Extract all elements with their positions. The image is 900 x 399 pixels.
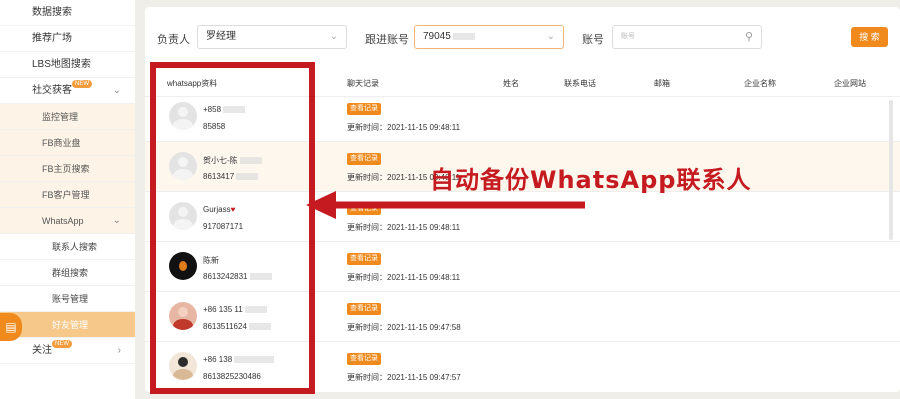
chevron-down-icon: ⌄ [329,31,338,42]
sidebar-item-data-search[interactable]: 数据搜索 [0,0,135,26]
chevron-down-icon: ⌄ [112,215,121,226]
scrollbar[interactable] [889,100,893,240]
sidebar-item-label: FB商业盘 [42,138,81,148]
search-button[interactable]: 搜 索 [851,27,888,47]
account-placeholder: 账号 [621,33,635,40]
view-chat-button[interactable]: 查看记录 [347,103,381,115]
sidebar-item-fb-page-search[interactable]: FB主页搜索 [0,156,135,182]
sidebar: 数据搜索 推荐广场 LBS地图搜索 社交获客 NEW ⌄ 监控管理 FB商业盘 … [0,0,135,399]
sidebar-item-group-search[interactable]: 群组搜索 [0,260,135,286]
filter-bar: 负责人 罗经理 ⌄ 跟进账号 79045 ⌄ 账号 账号 ⚲ 搜 索 [145,7,900,67]
view-chat-button[interactable]: 查看记录 [347,153,381,165]
update-time: 更新时间：2021-11-15 09:48:11 [347,123,461,132]
sidebar-item-label: 群组搜索 [52,268,89,278]
follow-account-value: 79045 [423,31,451,42]
view-chat-button[interactable]: 查看记录 [347,303,381,315]
sidebar-item-fb-business[interactable]: FB商业盘 [0,130,135,156]
sidebar-item-label: 监控管理 [42,112,79,122]
sidebar-item-account-manage[interactable]: 账号管理 [0,286,135,312]
update-time: 更新时间：2021-11-15 09:48:11 [347,273,461,282]
chevron-right-icon: › [117,345,121,356]
chevron-down-icon: ⌄ [546,31,555,42]
sidebar-item-recommend[interactable]: 推荐广场 [0,26,135,52]
highlight-box [150,62,315,394]
new-badge: NEW [72,80,92,88]
view-chat-button[interactable]: 查看记录 [347,253,381,265]
view-chat-button[interactable]: 查看记录 [347,353,381,365]
sidebar-item-label: 账号管理 [52,294,89,304]
owner-select-value: 罗经理 [206,31,236,42]
column-header: 联系电话 [564,79,596,88]
owner-label: 负责人 [157,34,190,46]
sidebar-item-fb-customers[interactable]: FB客户管理 [0,182,135,208]
sidebar-item-lbs-map[interactable]: LBS地图搜索 [0,52,135,78]
sidebar-item-whatsapp[interactable]: WhatsApp ⌄ [0,208,135,234]
account-input[interactable]: 账号 ⚲ [612,25,762,49]
search-icon: ⚲ [744,31,753,43]
column-header: 邮箱 [654,79,670,88]
follow-account-label: 跟进账号 [365,34,409,46]
follow-account-select[interactable]: 79045 ⌄ [414,25,564,49]
annotation-text: 自动备份WhatsApp联系人 [430,166,752,194]
sidebar-item-monitor[interactable]: 监控管理 [0,104,135,130]
chat-icon[interactable]: ▤ [0,313,22,341]
sidebar-item-contact-search[interactable]: 联系人搜索 [0,234,135,260]
column-header: 聊天记录 [347,79,379,88]
sidebar-item-label: 推荐广场 [32,33,72,44]
sidebar-item-label: FB主页搜索 [42,164,90,174]
update-time: 更新时间：2021-11-15 09:47:57 [347,373,461,382]
redaction-blur [452,32,475,40]
sidebar-item-label: WhatsApp [42,216,84,226]
sidebar-item-label: 关注 [32,345,52,356]
update-time: 更新时间：2021-11-15 09:47:58 [347,323,461,332]
sidebar-item-social[interactable]: 社交获客 NEW ⌄ [0,78,135,104]
column-header: 企业名称 [744,79,776,88]
sidebar-item-label: 联系人搜索 [52,242,98,252]
owner-select[interactable]: 罗经理 ⌄ [197,25,347,49]
sidebar-item-label: 好友管理 [52,320,89,330]
new-badge: NEW [52,340,72,348]
column-header: 企业网站 [834,79,866,88]
sidebar-item-label: LBS地图搜索 [32,59,91,70]
column-header: 姓名 [503,79,519,88]
sidebar-item-follow[interactable]: 关注 NEW › [0,338,135,364]
account-label: 账号 [582,34,604,46]
sidebar-item-label: 数据搜索 [32,7,72,18]
chevron-down-icon: ⌄ [112,85,121,96]
sidebar-item-label: FB客户管理 [42,190,90,200]
sidebar-item-label: 社交获客 [32,85,72,96]
